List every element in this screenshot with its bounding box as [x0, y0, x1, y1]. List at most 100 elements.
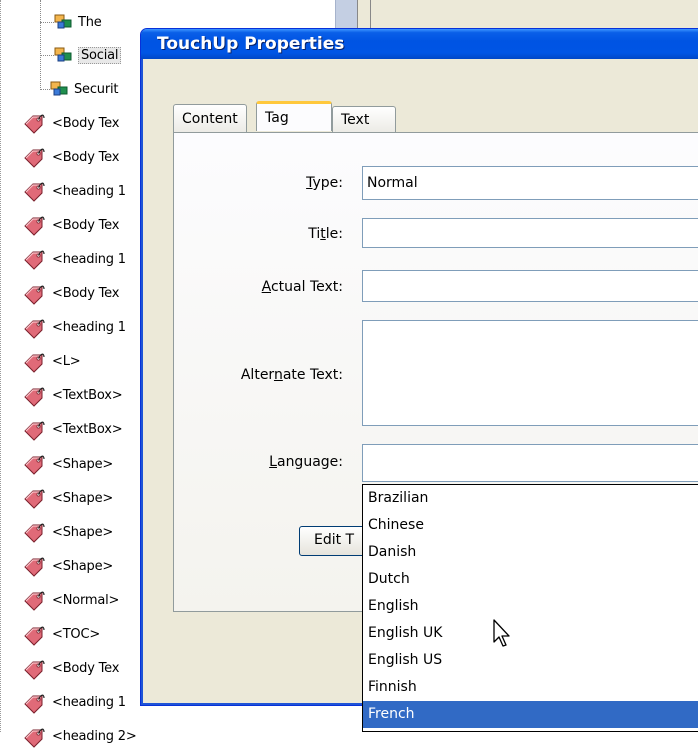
- tree-tag-row[interactable]: <Shape>: [22, 520, 113, 544]
- tree-node-the[interactable]: The: [54, 10, 102, 34]
- language-option[interactable]: Danish: [363, 539, 698, 566]
- tree-node-social[interactable]: Social: [54, 43, 122, 67]
- tree-tag-row[interactable]: <heading 1: [22, 179, 126, 203]
- tag-icon: [24, 728, 45, 748]
- tree-tag-label: <TextBox>: [52, 388, 123, 404]
- language-option[interactable]: Finnish: [363, 674, 698, 701]
- language-option[interactable]: English US: [363, 647, 698, 674]
- tree-tag-row[interactable]: <heading 1: [22, 316, 126, 340]
- language-option[interactable]: Chinese: [363, 512, 698, 539]
- tree-tag-label: <Body Tex: [52, 286, 120, 301]
- tree-connector: [40, 0, 41, 90]
- tag-icon: [24, 694, 45, 714]
- tree-tag-row[interactable]: <Body Tex: [22, 657, 119, 681]
- title-field[interactable]: [362, 218, 698, 248]
- tree-edge-line: [0, 0, 2, 732]
- dialog-titlebar[interactable]: TouchUp Properties: [141, 29, 698, 59]
- tree-tag-label: <heading 1: [52, 251, 126, 267]
- tag-icon: [24, 250, 45, 271]
- tag-icon: [24, 591, 45, 612]
- tab-label: Text: [341, 111, 370, 128]
- tag-icon: [24, 353, 45, 373]
- tree-node-label: The: [78, 14, 102, 30]
- tag-icon: [24, 182, 45, 202]
- tree-tag-row[interactable]: <heading 2>: [22, 725, 137, 749]
- tag-icon: [24, 319, 45, 339]
- tree-tag-row[interactable]: <Body Tex: [22, 145, 119, 169]
- structure-node-icon: [54, 47, 72, 62]
- tag-icon: [24, 285, 45, 305]
- tree-tag-row[interactable]: <Shape>: [22, 452, 113, 476]
- alternate-text-label: Alternate Text:: [240, 367, 343, 383]
- tag-icon: [24, 216, 45, 237]
- tree-tag-row[interactable]: <Body Tex: [22, 282, 119, 306]
- tree-tag-label: <TextBox>: [52, 422, 123, 438]
- title-label: Title:: [308, 226, 343, 242]
- dialog-title: TouchUp Properties: [157, 34, 345, 54]
- tree-connector: [40, 89, 50, 90]
- alternate-text-field[interactable]: [362, 320, 698, 426]
- tree-tag-label: <L>: [52, 354, 81, 370]
- tree-tag-row[interactable]: <Body Tex: [22, 111, 119, 135]
- background-scrollbar: [335, 0, 357, 30]
- actual-text-field[interactable]: [362, 270, 698, 302]
- language-option[interactable]: Brazilian: [363, 485, 698, 512]
- tree-tag-row[interactable]: <L>: [22, 350, 81, 374]
- tree-connector: [40, 55, 54, 56]
- tree-tag-label: <Shape>: [52, 524, 114, 540]
- tree-tag-row[interactable]: <Shape>: [22, 486, 113, 510]
- tree-tag-row[interactable]: <heading 1: [22, 691, 126, 715]
- tree-tag-label: <TOC>: [52, 627, 101, 642]
- tree-tag-row[interactable]: <TextBox>: [22, 384, 123, 408]
- tree-tag-label: <Shape>: [52, 558, 114, 574]
- background-pane: [357, 0, 698, 30]
- tag-icon: [24, 557, 45, 578]
- tag-icon: [24, 626, 45, 646]
- tree-tag-label: <Body Tex: [52, 149, 120, 165]
- structure-node-icon: [50, 81, 68, 96]
- tree-tag-row[interactable]: <TOC>: [22, 623, 100, 647]
- tab-label: Content: [182, 110, 238, 127]
- tag-icon: [24, 523, 45, 543]
- tree-node-label: Social: [78, 46, 122, 64]
- tree-node-label: Securit: [74, 81, 119, 97]
- tree-tag-label: <Normal>: [52, 592, 120, 608]
- language-options: Brazilian Chinese Danish Dutch English Englis…: [363, 485, 698, 728]
- tree-tag-row[interactable]: <Body Tex: [22, 213, 119, 237]
- tree-tag-label: <heading 1: [52, 695, 126, 711]
- tag-icon: [24, 660, 45, 680]
- language-label: Language:: [269, 454, 343, 470]
- tab-text[interactable]: Text: [332, 106, 396, 132]
- tag-icon: [24, 114, 45, 134]
- tag-icon: [24, 387, 45, 407]
- type-field[interactable]: Normal: [362, 166, 698, 200]
- language-option[interactable]: French: [363, 701, 698, 728]
- structure-node-icon: [54, 14, 72, 29]
- edit-tag-button-label: Edit T: [314, 532, 355, 548]
- tree-tag-row[interactable]: <TextBox>: [22, 418, 123, 442]
- tag-icon: [24, 455, 45, 475]
- language-combobox[interactable]: [362, 444, 698, 482]
- tab-content[interactable]: Content: [173, 104, 247, 132]
- tab-tag[interactable]: Tag: [256, 101, 332, 131]
- tag-icon: [24, 421, 45, 441]
- actual-text-label: Actual Text:: [261, 279, 343, 295]
- tree-tag-label: <Body Tex: [52, 217, 120, 233]
- tags-tree-panel: The Social Securit <Body Tex <Body Tex <he…: [0, 0, 150, 748]
- tag-icon: [24, 489, 45, 509]
- tree-tag-label: <Shape>: [52, 490, 114, 506]
- language-option[interactable]: Dutch: [363, 566, 698, 593]
- tree-tag-label: <Shape>: [52, 456, 114, 472]
- tree-tag-row[interactable]: <Normal>: [22, 588, 119, 612]
- tree-tag-row[interactable]: <heading 1: [22, 247, 126, 271]
- tree-tag-label: <heading 1: [52, 320, 126, 336]
- language-option[interactable]: English: [363, 593, 698, 620]
- language-dropdown-list[interactable]: Brazilian Chinese Danish Dutch English Englis…: [362, 484, 698, 732]
- language-option[interactable]: English UK: [363, 620, 698, 647]
- tree-tag-label: <Body Tex: [52, 661, 120, 677]
- tag-icon: [24, 148, 45, 168]
- mouse-cursor-icon: [493, 619, 510, 647]
- tree-tag-row[interactable]: <Shape>: [22, 554, 113, 578]
- tree-tag-label: <Body Tex: [52, 115, 120, 131]
- tree-node-security[interactable]: Securit: [50, 77, 118, 101]
